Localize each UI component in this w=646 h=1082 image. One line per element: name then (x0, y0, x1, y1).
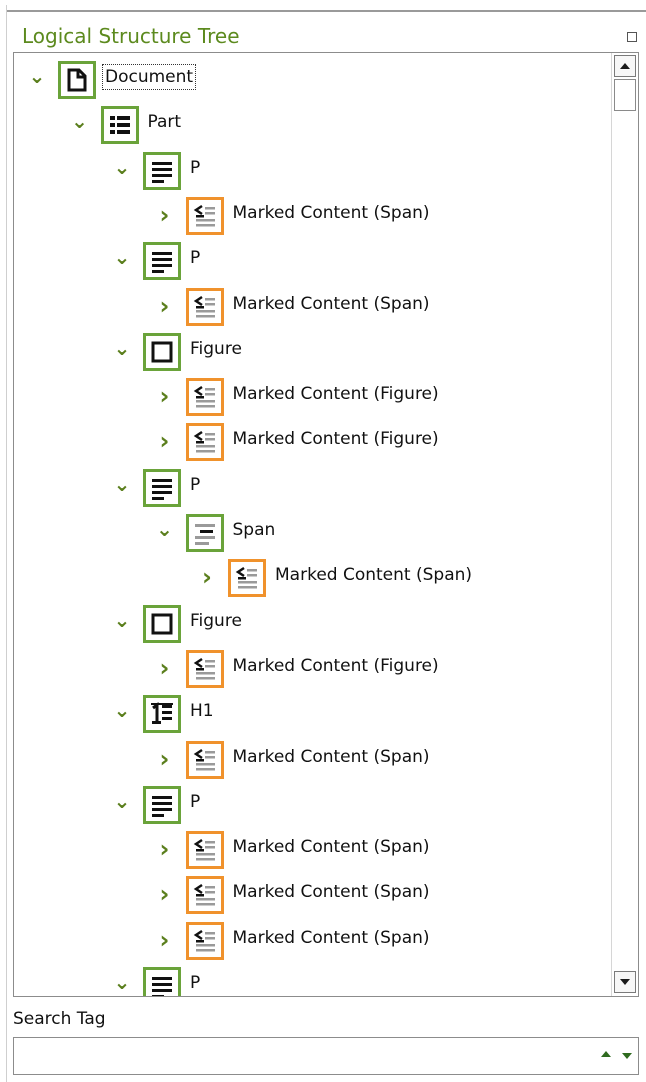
tree-node-part[interactable]: ⌄ Part (14, 104, 608, 146)
chevron-right-icon[interactable]: › (156, 429, 174, 453)
maximize-icon[interactable] (627, 32, 637, 42)
chevron-right-icon[interactable]: › (156, 384, 174, 408)
tree-node-label: Figure (190, 610, 242, 631)
part-icon (100, 106, 139, 145)
marked-content-icon (185, 378, 224, 417)
tree-node-label: Document (101, 64, 197, 90)
chevron-right-icon[interactable]: › (156, 882, 174, 906)
tree-node-span[interactable]: ⌄ Span (14, 512, 608, 554)
structure-tree: ⌄ Document ⌄ Part ⌄ P › Marked Content (Span) ⌄ P… (13, 52, 639, 997)
tree-node-marked-content[interactable]: › Marked Content (Span) (14, 920, 608, 962)
tree-node-paragraph[interactable]: ⌄ P (14, 965, 608, 996)
tree-node-label: Span (232, 520, 276, 540)
chevron-down-icon[interactable]: ⌄ (113, 791, 131, 814)
tree-node-label: P (190, 157, 201, 178)
tree-node-document[interactable]: ⌄ Document (14, 59, 608, 101)
tree-node-label: Marked Content (Span) (232, 746, 430, 767)
scroll-up-button[interactable] (614, 55, 636, 77)
search-tag-label: Search Tag (13, 1009, 106, 1029)
tree-node-marked-content[interactable]: › Marked Content (Figure) (14, 376, 608, 418)
paragraph-icon (143, 242, 181, 281)
tree-rows: ⌄ Document ⌄ Part ⌄ P › Marked Content (Span) ⌄ P… (14, 53, 608, 996)
chevron-right-icon[interactable]: › (156, 203, 174, 227)
chevron-right-icon[interactable]: › (156, 747, 174, 771)
tree-node-label: Part (147, 112, 182, 133)
tree-node-label: Marked Content (Span) (275, 565, 473, 586)
marked-content-icon (185, 740, 224, 779)
heading1-icon (143, 695, 181, 734)
chevron-right-icon[interactable]: › (156, 656, 174, 680)
tree-node-marked-content[interactable]: › Marked Content (Figure) (14, 648, 608, 690)
figure-icon (143, 332, 181, 371)
paragraph-icon (143, 967, 181, 996)
marked-content-icon (185, 831, 224, 870)
tree-node-label: P (190, 791, 201, 812)
chevron-down-icon[interactable]: ⌄ (113, 972, 131, 995)
chevron-right-icon[interactable]: › (156, 294, 174, 318)
scroll-down-button[interactable] (614, 971, 636, 993)
panel-title: Logical Structure Tree (22, 24, 240, 48)
chevron-down-icon[interactable]: ⌄ (113, 474, 131, 497)
tree-node-marked-content[interactable]: › Marked Content (Span) (14, 557, 608, 599)
spin-down-icon[interactable] (622, 1053, 632, 1059)
marked-content-icon (185, 196, 224, 235)
marked-content-icon (228, 559, 266, 598)
chevron-down-icon[interactable]: ⌄ (113, 610, 131, 633)
search-tag-input[interactable] (18, 1042, 582, 1072)
chevron-down-icon[interactable]: ⌄ (113, 247, 131, 270)
marked-content-icon (185, 287, 224, 326)
tree-node-label: Marked Content (Figure) (232, 384, 439, 405)
tree-node-paragraph[interactable]: ⌄ P (14, 240, 608, 282)
paragraph-icon (143, 468, 181, 507)
figure-icon (143, 604, 181, 643)
chevron-down-icon[interactable]: ⌄ (156, 519, 174, 542)
chevron-right-icon[interactable]: › (156, 928, 174, 952)
chevron-right-icon[interactable]: › (156, 837, 174, 861)
search-tag-field[interactable] (13, 1037, 639, 1075)
chevron-right-icon[interactable]: › (198, 565, 216, 589)
tree-node-label: P (190, 248, 201, 269)
chevron-down-icon[interactable]: ⌄ (28, 66, 46, 89)
tree-node-label: Marked Content (Span) (232, 202, 430, 223)
tree-node-label: P (190, 973, 201, 993)
tree-node-paragraph[interactable]: ⌄ P (14, 467, 608, 509)
tree-node-paragraph[interactable]: ⌄ P (14, 150, 608, 192)
tree-node-figure[interactable]: ⌄ Figure (14, 331, 608, 373)
marked-content-icon (185, 649, 224, 688)
tree-node-figure[interactable]: ⌄ Figure (14, 603, 608, 645)
tree-node-marked-content[interactable]: › Marked Content (Span) (14, 829, 608, 871)
tree-node-marked-content[interactable]: › Marked Content (Span) (14, 739, 608, 781)
tree-node-label: P (190, 474, 201, 495)
spin-up-icon[interactable] (601, 1051, 611, 1057)
tree-node-marked-content[interactable]: › Marked Content (Span) (14, 195, 608, 237)
tree-node-marked-content[interactable]: › Marked Content (Span) (14, 874, 608, 916)
tree-node-marked-content[interactable]: › Marked Content (Figure) (14, 421, 608, 463)
tree-node-label: H1 (190, 701, 214, 722)
marked-content-icon (185, 921, 224, 960)
tree-node-label: Marked Content (Span) (232, 927, 430, 948)
chevron-down-icon[interactable]: ⌄ (113, 157, 131, 180)
chevron-down-icon[interactable]: ⌄ (113, 700, 131, 723)
paragraph-icon (143, 785, 181, 824)
paragraph-icon (143, 151, 181, 190)
tree-node-label: Marked Content (Figure) (232, 429, 439, 450)
scroll-thumb[interactable] (614, 79, 636, 111)
tree-node-label: Marked Content (Span) (232, 837, 430, 858)
document-icon (58, 61, 96, 99)
tree-node-label: Figure (190, 338, 242, 359)
tree-node-heading1[interactable]: ⌄ H1 (14, 693, 608, 735)
chevron-down-icon[interactable]: ⌄ (113, 338, 131, 361)
tree-node-paragraph[interactable]: ⌄ P (14, 784, 608, 826)
chevron-down-icon[interactable]: ⌄ (71, 111, 89, 134)
tree-node-marked-content[interactable]: › Marked Content (Span) (14, 286, 608, 328)
tree-node-label: Marked Content (Figure) (232, 655, 439, 676)
marked-content-icon (185, 876, 224, 915)
span-icon (185, 514, 224, 552)
marked-content-icon (185, 423, 224, 462)
tree-node-label: Marked Content (Span) (232, 882, 430, 903)
tree-node-label: Marked Content (Span) (232, 293, 430, 314)
vertical-scrollbar[interactable] (611, 53, 638, 996)
